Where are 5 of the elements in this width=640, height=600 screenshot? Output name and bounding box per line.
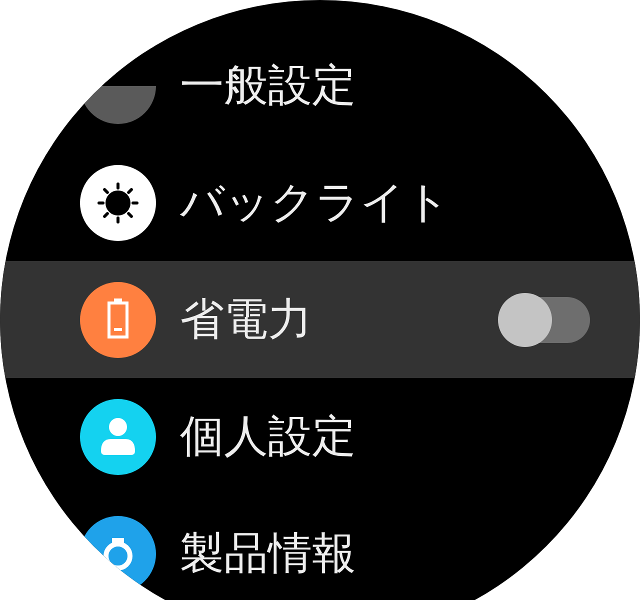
menu-item[interactable]: バックライト — [0, 144, 640, 261]
menu-item[interactable]: 個人設定 — [0, 378, 640, 495]
menu-item[interactable]: 製品情報 — [0, 495, 640, 600]
menu-item[interactable]: 一般設定 — [0, 27, 640, 144]
menu-item[interactable]: 省電力 — [0, 261, 640, 378]
